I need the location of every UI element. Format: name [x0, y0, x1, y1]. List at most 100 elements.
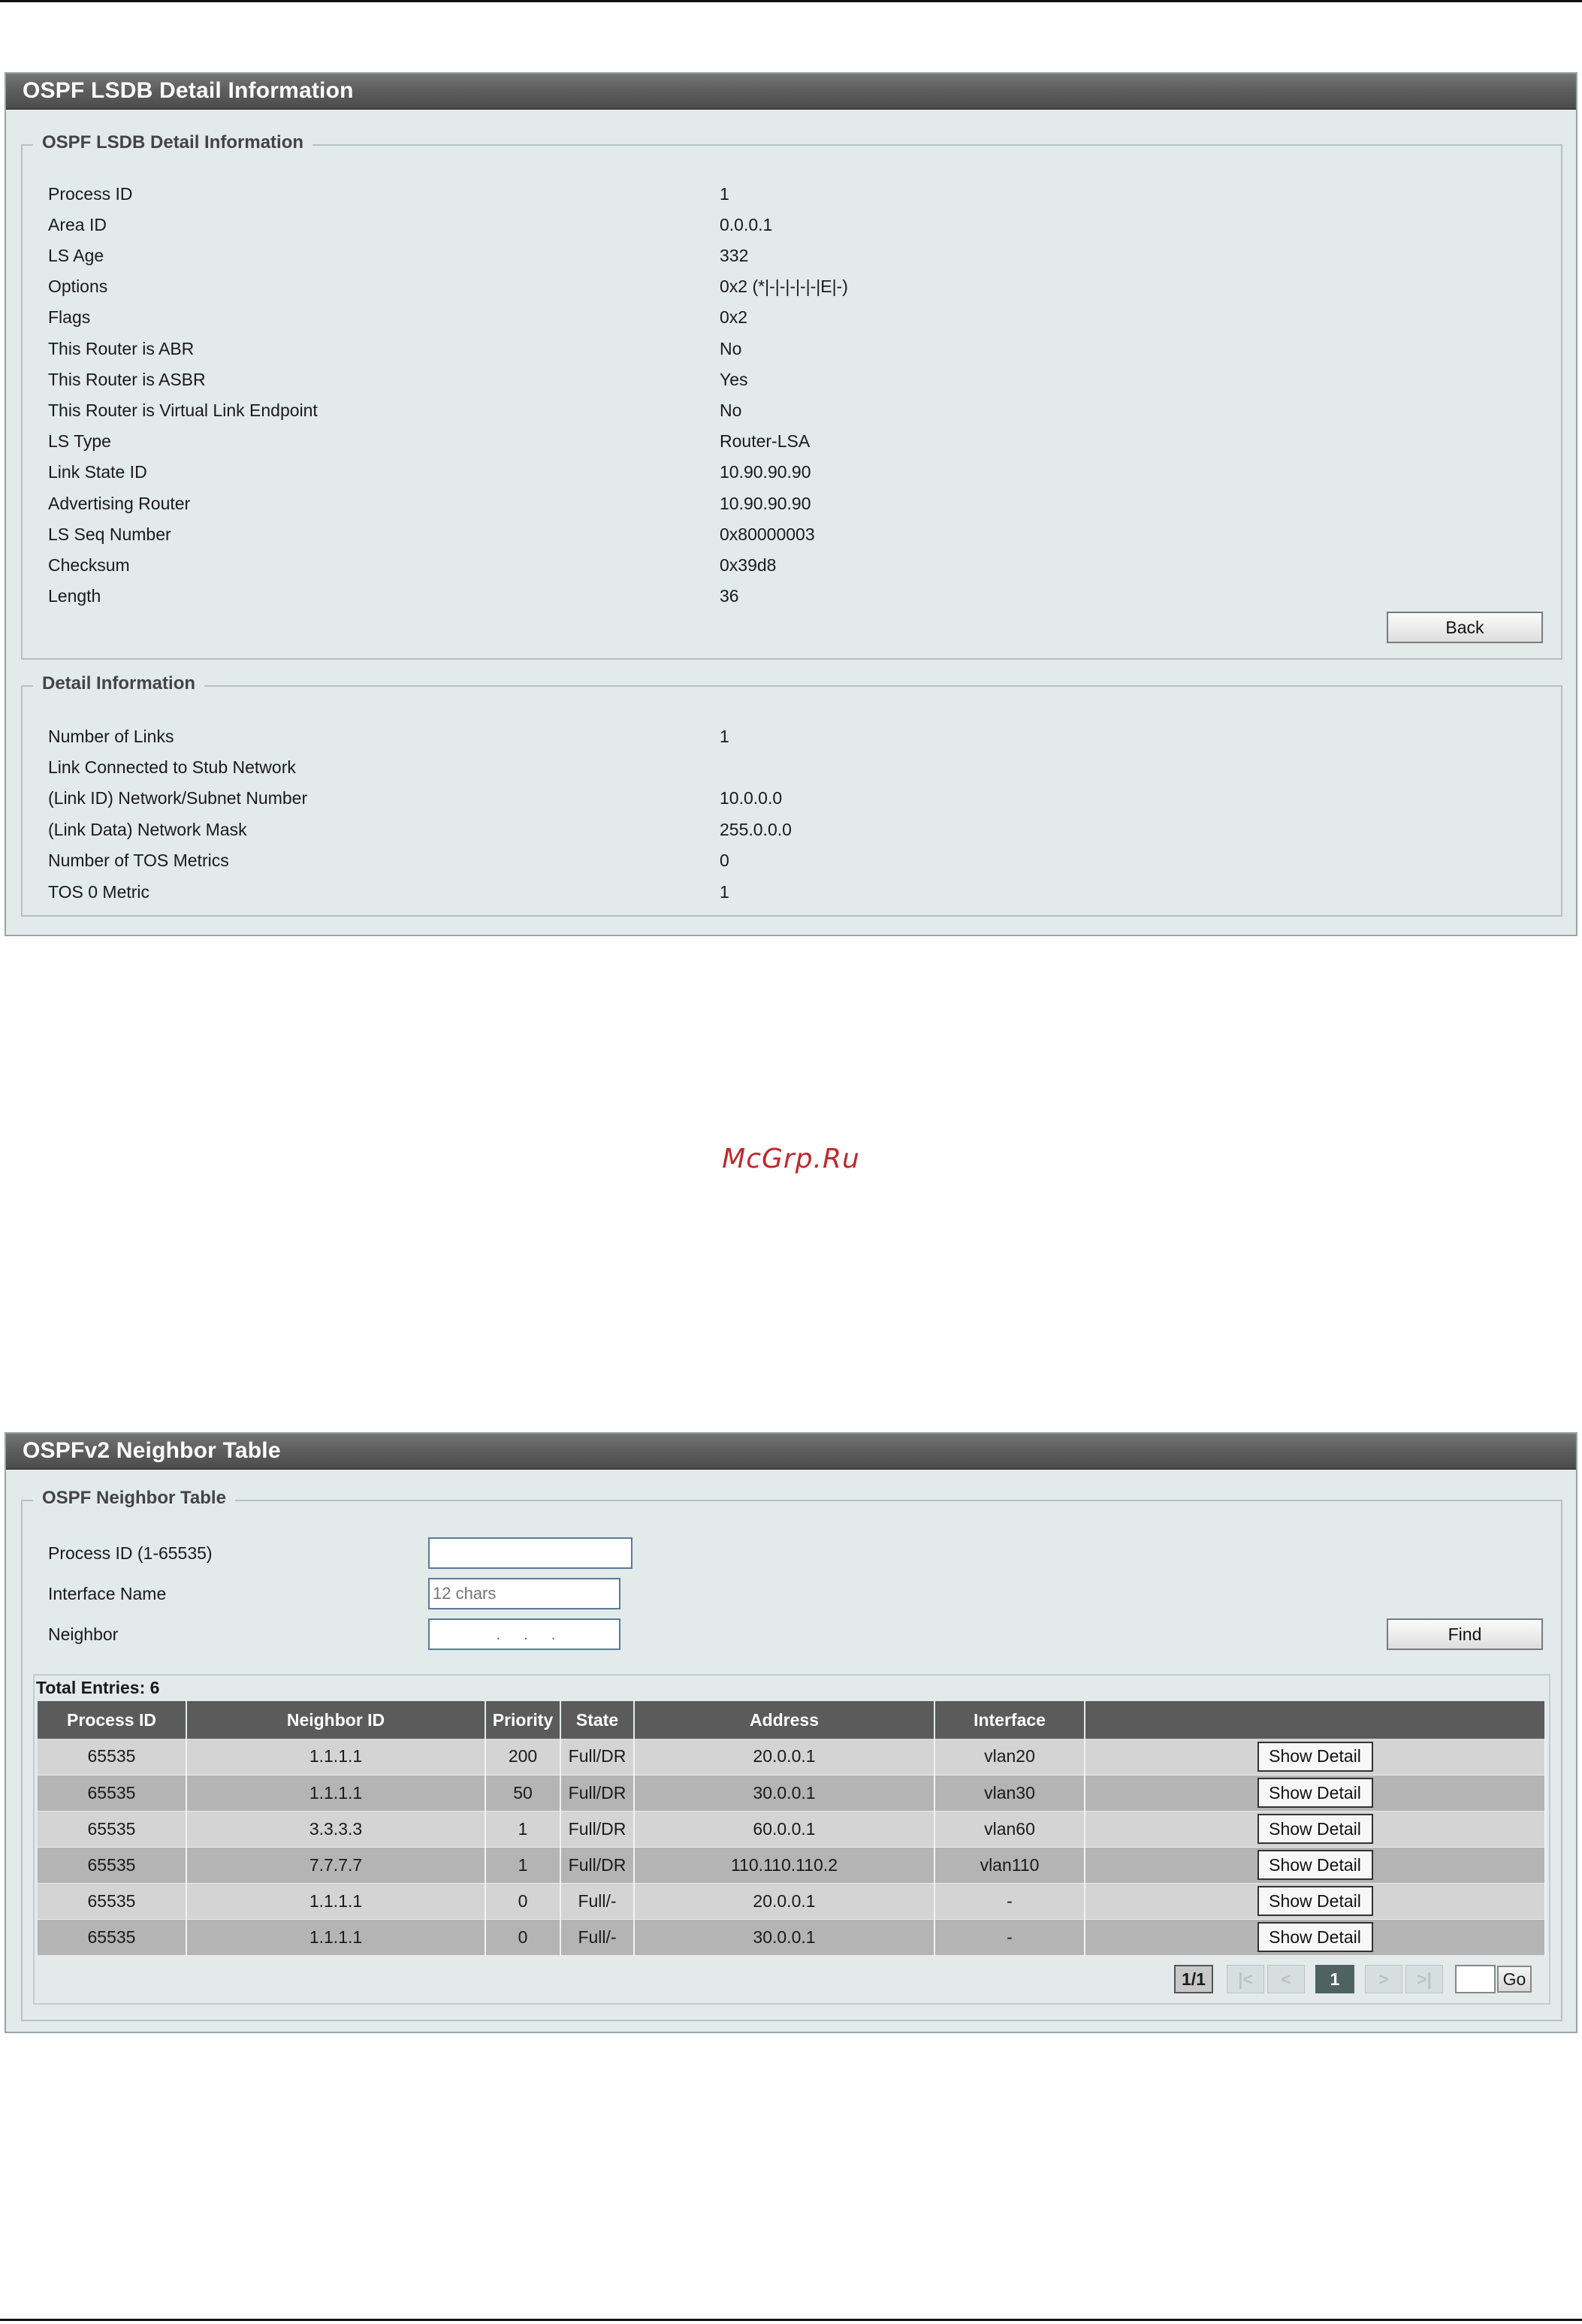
detail-information-legend: Detail Information — [33, 673, 205, 694]
cell-neighbor-id: 1.1.1.1 — [186, 1883, 486, 1920]
show-detail-button[interactable]: Show Detail — [1257, 1922, 1373, 1952]
detail-row-value: 255.0.0.0 — [720, 819, 792, 839]
lsdb-row: Process ID 1 — [48, 179, 1475, 209]
lsdb-row-label: Checksum — [48, 555, 130, 575]
detail-row: Number of TOS Metrics 0 — [48, 846, 1475, 876]
cell-process-id: 65535 — [38, 1775, 187, 1812]
lsdb-row-value: Router-LSA — [720, 431, 811, 452]
neighbor-ip-dots: . . . — [496, 1624, 556, 1643]
lsdb-row-value: 10.90.90.90 — [720, 493, 811, 513]
neighbor-panel-header: OSPFv2 Neighbor Table — [6, 1434, 1576, 1470]
lsdb-row: This Router is Virtual Link Endpoint No — [48, 395, 1475, 425]
find-button[interactable]: Find — [1387, 1618, 1543, 1650]
cell-address: 110.110.110.2 — [634, 1847, 935, 1884]
cell-address: 60.0.0.1 — [634, 1811, 935, 1848]
detail-row-label: TOS 0 Metric — [48, 881, 150, 902]
neighbor-table-header: Process ID Neighbor ID Priority State Ad… — [38, 1701, 1546, 1739]
cell-interface: - — [934, 1883, 1085, 1920]
interface-name-label: Interface Name — [48, 1584, 167, 1603]
cell-priority: 1 — [485, 1847, 561, 1884]
cell-interface: - — [934, 1919, 1085, 1956]
detail-row-value: 0 — [720, 851, 729, 871]
cell-state: Full/- — [560, 1883, 635, 1920]
detail-row-label: (Link Data) Network Mask — [48, 819, 247, 839]
next-page-button[interactable]: > — [1365, 1965, 1402, 1993]
cell-neighbor-id: 1.1.1.1 — [186, 1919, 486, 1956]
lsdb-row-value: 0x2 — [720, 307, 748, 328]
cell-priority: 200 — [485, 1739, 561, 1775]
lsdb-row-label: This Router is ASBR — [48, 369, 206, 389]
detail-row-label: Link Connected to Stub Network — [48, 757, 296, 777]
page-bottom-rule — [0, 2319, 1582, 2321]
lsdb-row: Advertising Router 10.90.90.90 — [48, 488, 1475, 518]
watermark-text: McGrp.Ru — [722, 1144, 860, 1174]
cell-address: 30.0.0.1 — [634, 1919, 935, 1956]
lsdb-row: This Router is ASBR Yes — [48, 364, 1475, 394]
cell-interface: vlan60 — [934, 1811, 1085, 1848]
show-detail-button[interactable]: Show Detail — [1257, 1850, 1373, 1880]
cell-action: Show Detail — [1085, 1811, 1546, 1848]
lsdb-row-label: LS Seq Number — [48, 524, 171, 544]
first-page-button[interactable]: |< — [1227, 1965, 1264, 1993]
lsdb-row-label: LS Age — [48, 245, 104, 265]
page-top-rule — [0, 0, 1582, 2]
lsdb-row-value: 0x39d8 — [720, 555, 777, 575]
lsdb-row-label: LS Type — [48, 431, 111, 452]
lsdb-row: This Router is ABR No — [48, 334, 1475, 364]
lsdb-row-value: 0.0.0.1 — [720, 214, 773, 234]
table-row: 65535 1.1.1.1 0 Full/- 20.0.0.1- Show Detail — [38, 1883, 1546, 1920]
cell-state: Full/DR — [560, 1847, 635, 1884]
process-id-label: Process ID (1-65535) — [48, 1543, 213, 1563]
cell-priority: 0 — [485, 1919, 561, 1956]
col-neighbor-id: Neighbor ID — [186, 1701, 486, 1739]
interface-name-input[interactable] — [428, 1578, 620, 1609]
lsdb-row-label: Process ID — [48, 183, 133, 204]
lsdb-row: Flags 0x2 — [48, 303, 1475, 333]
lsdb-row-label: Flags — [48, 307, 91, 328]
show-detail-button[interactable]: Show Detail — [1257, 1814, 1373, 1844]
cell-process-id: 65535 — [38, 1811, 187, 1848]
col-address: Address — [634, 1701, 935, 1739]
lsdb-row: LS Seq Number 0x80000003 — [48, 519, 1475, 549]
detail-row: (Link ID) Network/Subnet Number 10.0.0.0 — [48, 784, 1475, 814]
lsdb-row-value: 1 — [720, 183, 729, 204]
lsdb-row-label: This Router is Virtual Link Endpoint — [48, 400, 318, 420]
current-page-button[interactable]: 1 — [1315, 1965, 1354, 1993]
detail-information-fieldset: Detail Information Number of Links 1 Link … — [21, 673, 1562, 917]
show-detail-button[interactable]: Show Detail — [1257, 1886, 1373, 1916]
back-button[interactable]: Back — [1387, 612, 1543, 643]
cell-process-id: 65535 — [38, 1739, 187, 1775]
lsdb-row-value: 0x2 (*|-|-|-|-|-|E|-) — [720, 277, 848, 297]
lsdb-row-value: No — [720, 338, 742, 358]
detail-row-label: Number of Links — [48, 726, 174, 746]
col-state: State — [560, 1701, 635, 1739]
process-id-input[interactable] — [428, 1537, 632, 1569]
detail-row-label: Number of TOS Metrics — [48, 851, 229, 871]
cell-priority: 50 — [485, 1775, 561, 1812]
lsdb-panel-header: OSPF LSDB Detail Information — [6, 74, 1576, 110]
detail-row-value: 1 — [720, 726, 729, 746]
lsdb-row: Area ID 0.0.0.1 — [48, 210, 1475, 240]
prev-page-button[interactable]: < — [1267, 1965, 1305, 1993]
neighbor-label: Neighbor — [48, 1624, 119, 1644]
total-entries: Total Entries: 6 — [36, 1677, 160, 1697]
lsdb-row-value: 10.90.90.90 — [720, 462, 811, 482]
last-page-button[interactable]: >| — [1405, 1965, 1443, 1993]
detail-row-value: 10.0.0.0 — [720, 788, 783, 808]
table-row: 65535 1.1.1.1 50 Full/DR 30.0.0.1 vlan30 Show … — [38, 1775, 1546, 1812]
neighbor-ip-input[interactable]: . . . — [428, 1618, 620, 1650]
go-page-input[interactable] — [1455, 1965, 1496, 1993]
table-row: 65535 7.7.7.7 1 Full/DR 110.110.110.2 vlan110… — [38, 1847, 1546, 1884]
lsdb-detail-fieldset: OSPF LSDB Detail Information Process ID 1… — [21, 132, 1562, 660]
detail-row: Number of Links 1 — [48, 721, 1475, 751]
cell-action: Show Detail — [1085, 1883, 1546, 1920]
cell-address: 20.0.0.1 — [634, 1739, 935, 1775]
cell-action: Show Detail — [1085, 1775, 1546, 1812]
cell-neighbor-id: 1.1.1.1 — [186, 1739, 486, 1775]
cell-neighbor-id: 1.1.1.1 — [186, 1775, 486, 1812]
detail-row: Link Connected to Stub Network — [48, 752, 1475, 782]
show-detail-button[interactable]: Show Detail — [1257, 1778, 1373, 1808]
lsdb-row-value: Yes — [720, 369, 748, 389]
go-button[interactable]: Go — [1497, 1966, 1532, 1993]
show-detail-button[interactable]: Show Detail — [1257, 1741, 1373, 1772]
